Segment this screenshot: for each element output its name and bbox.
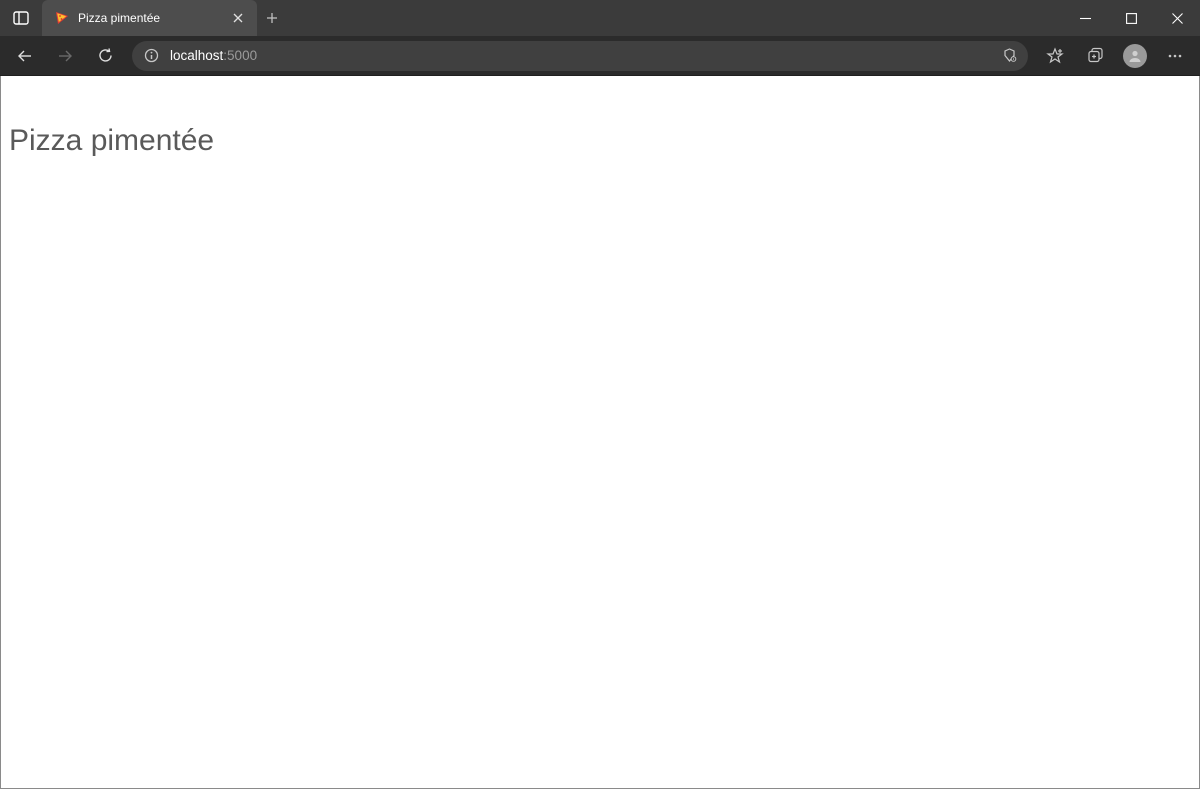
refresh-icon <box>97 47 114 64</box>
title-bar: Pizza pimentée <box>0 0 1200 36</box>
person-icon <box>1127 48 1143 64</box>
page-heading: Pizza pimentée <box>9 124 1191 158</box>
more-icon <box>1167 48 1183 64</box>
minimize-icon <box>1080 13 1091 24</box>
maximize-icon <box>1126 13 1137 24</box>
window-controls <box>1062 0 1200 36</box>
back-button[interactable] <box>6 40 44 72</box>
tab-close-button[interactable] <box>229 9 247 27</box>
close-icon <box>233 13 243 23</box>
address-bar[interactable]: localhost:5000 <box>132 41 1028 71</box>
collections-icon <box>1087 47 1104 64</box>
url-host: localhost <box>170 48 223 63</box>
refresh-button[interactable] <box>86 40 124 72</box>
arrow-left-icon <box>16 47 34 65</box>
window-maximize-button[interactable] <box>1108 0 1154 36</box>
favorites-button[interactable] <box>1036 40 1074 72</box>
plus-icon <box>266 12 278 24</box>
window-minimize-button[interactable] <box>1062 0 1108 36</box>
tab-active[interactable]: Pizza pimentée <box>42 0 257 36</box>
info-icon <box>144 48 159 63</box>
title-bar-drag-area[interactable] <box>287 0 1062 36</box>
toolbar: localhost:5000 <box>0 36 1200 76</box>
tab-actions-button[interactable] <box>0 0 42 36</box>
page-content: Pizza pimentée <box>1 124 1199 158</box>
close-icon <box>1172 13 1183 24</box>
panel-icon <box>13 11 29 25</box>
pizza-icon <box>54 10 70 26</box>
tab-title: Pizza pimentée <box>78 11 221 25</box>
profile-button[interactable] <box>1116 40 1154 72</box>
arrow-right-icon <box>56 47 74 65</box>
window-close-button[interactable] <box>1154 0 1200 36</box>
collections-button[interactable] <box>1076 40 1114 72</box>
url-path: :5000 <box>223 48 257 63</box>
page-viewport[interactable]: Pizza pimentée <box>0 76 1200 789</box>
settings-menu-button[interactable] <box>1156 40 1194 72</box>
site-info-button[interactable] <box>142 47 160 65</box>
forward-button[interactable] <box>46 40 84 72</box>
avatar <box>1123 44 1147 68</box>
tracking-prevention-button[interactable] <box>1000 47 1018 65</box>
url-text: localhost:5000 <box>170 48 990 63</box>
new-tab-button[interactable] <box>257 0 287 36</box>
star-plus-icon <box>1046 47 1064 65</box>
shield-star-icon <box>1001 47 1018 64</box>
